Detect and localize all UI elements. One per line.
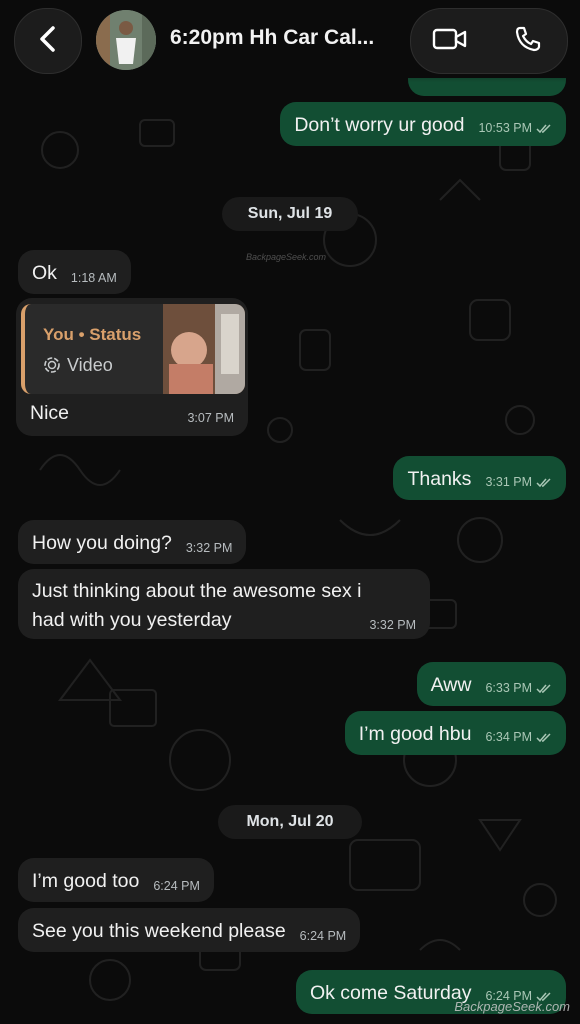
date-text: Mon, Jul 20 (246, 813, 334, 830)
message-bubble-outgoing[interactable]: Don’t worry ur good 10:53 PM (280, 102, 566, 146)
message-text: Ok (32, 262, 57, 284)
contact-avatar[interactable] (96, 10, 156, 70)
message-time: 3:31 PM (485, 475, 532, 489)
message-time: 3:32 PM (185, 541, 233, 555)
message-bubble-outgoing[interactable]: I’m good hbu 6:34 PM (344, 711, 566, 755)
date-separator: Sun, Jul 19 (222, 197, 358, 231)
phone-icon (514, 25, 542, 58)
message-time: 3:32 PM (369, 618, 416, 632)
message-text: Just thinking about the awesome sex i ha… (32, 577, 416, 635)
message-time: 6:24 PM (153, 879, 200, 893)
message-text: How you doing? (32, 532, 172, 554)
double-check-icon (536, 682, 552, 698)
message-bubble-incoming[interactable]: Ok 1:18 AM (18, 250, 131, 294)
video-camera-icon (432, 27, 468, 56)
message-time: 6:34 PM (485, 730, 532, 744)
message-bubble-outgoing[interactable]: Thanks 3:31 PM (393, 456, 566, 500)
status-ring-icon (43, 356, 61, 374)
quoted-kind: Video (67, 355, 113, 375)
message-text: Nice (30, 402, 70, 424)
date-separator: Mon, Jul 20 (218, 805, 362, 839)
message-bubble-incoming[interactable]: I’m good too 6:24 PM (18, 858, 214, 902)
date-text: Sun, Jul 19 (247, 205, 333, 222)
watermark: BackpageSeek.com (454, 999, 570, 1014)
message-bubble-incoming[interactable]: You • Status Video Nice 3:07 PM (16, 298, 248, 436)
voice-call-button[interactable] (489, 9, 567, 73)
message-text: See you this weekend please (32, 920, 286, 942)
quoted-status[interactable]: You • Status Video (21, 304, 245, 394)
double-check-icon (536, 476, 552, 492)
message-line: had with you yesterday (32, 609, 232, 631)
chat-title[interactable]: 6:20pm Hh Car Cal... (170, 26, 395, 50)
double-check-icon (536, 731, 552, 747)
watermark: BackpageSeek.com (246, 252, 327, 262)
message-time: 6:33 PM (485, 681, 532, 695)
message-text: I’m good too (32, 870, 140, 892)
call-actions (410, 8, 568, 74)
message-line: Just thinking about the awesome sex i (32, 580, 362, 602)
quoted-author: You • Status (43, 325, 142, 344)
back-button[interactable] (14, 8, 82, 74)
message-text: Thanks (407, 468, 472, 490)
message-time: 6:24 PM (299, 929, 347, 943)
message-text: Aww (430, 674, 472, 696)
message-text: Don’t worry ur good (294, 114, 465, 136)
message-time: 3:07 PM (187, 411, 234, 425)
message-list: Don’t worry ur good 10:53 PM Sun, Jul 19… (0, 0, 580, 1024)
message-bubble-outgoing[interactable]: Aww 6:33 PM (416, 662, 566, 706)
message-bubble-incoming[interactable]: Just thinking about the awesome sex i ha… (18, 569, 430, 639)
double-check-icon (536, 122, 552, 138)
message-text: Ok come Saturday (309, 982, 472, 1004)
status-thumbnail (163, 304, 245, 394)
message-bubble-incoming[interactable]: See you this weekend please 6:24 PM (18, 908, 361, 952)
chat-header: 6:20pm Hh Car Cal... (0, 0, 580, 82)
video-call-button[interactable] (411, 9, 489, 73)
message-text: I’m good hbu (358, 723, 472, 745)
message-time: 10:53 PM (478, 121, 532, 135)
message-time: 1:18 AM (70, 271, 117, 285)
message-bubble-incoming[interactable]: How you doing? 3:32 PM (18, 520, 247, 564)
chevron-left-icon (37, 25, 59, 58)
